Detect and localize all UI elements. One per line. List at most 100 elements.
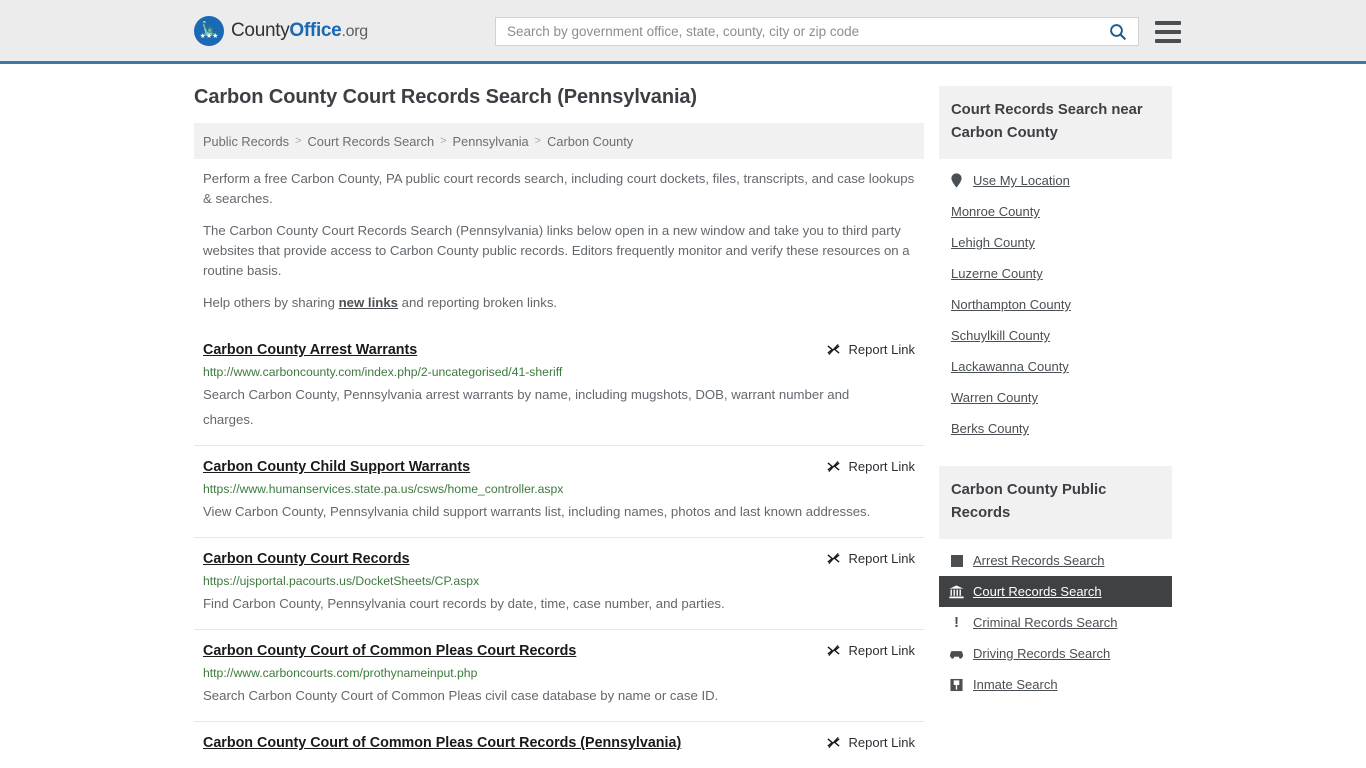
jail-icon xyxy=(949,677,964,692)
content-container: Carbon County Court Records Search (Penn… xyxy=(194,86,1172,765)
result-url: https://www.humanservices.state.pa.us/cs… xyxy=(203,482,564,496)
sidebar-item-luzerne-county[interactable]: Luzerne County xyxy=(939,258,1172,289)
sidebar-item-label: Lehigh County xyxy=(951,235,1035,250)
sidebar-item-label: Driving Records Search xyxy=(973,646,1111,661)
report-link-button[interactable]: Report Link xyxy=(826,341,915,357)
logo-part2: Office xyxy=(289,19,342,41)
result-item: Carbon County Court of Common Pleas Cour… xyxy=(194,721,924,765)
intro-p3-after: and reporting broken links. xyxy=(398,295,558,310)
site-logo[interactable]: 🗽 ★★★ CountyOffice.org xyxy=(194,15,368,46)
map-pin-icon xyxy=(949,173,964,188)
sidebar-item-warren-county[interactable]: Warren County xyxy=(939,382,1172,413)
result-description: View Carbon County, Pennsylvania child s… xyxy=(203,504,871,519)
sidebar-item-label: Northampton County xyxy=(951,297,1071,312)
search-icon xyxy=(1109,23,1127,41)
search-button[interactable] xyxy=(1098,18,1138,45)
result-item: Carbon County Court Records Report Link xyxy=(194,537,924,629)
result-header: Carbon County Court of Common Pleas Cour… xyxy=(203,734,915,752)
report-link-label: Report Link xyxy=(848,551,915,566)
intro-paragraph-2: The Carbon County Court Records Search (… xyxy=(203,223,910,278)
result-url: http://www.carboncounty.com/index.php/2-… xyxy=(203,365,563,379)
sidebar-item-berks-county[interactable]: Berks County xyxy=(939,413,1172,444)
nearby-panel-body: Use My Location Monroe County Lehigh Cou… xyxy=(939,159,1172,444)
sidebar-item-monroe-county[interactable]: Monroe County xyxy=(939,196,1172,227)
breadcrumb-item-court-records-search[interactable]: Court Records Search xyxy=(308,134,435,149)
result-header: Carbon County Court of Common Pleas Cour… xyxy=(203,642,915,660)
main-column: Carbon County Court Records Search (Penn… xyxy=(194,86,924,765)
page-title: Carbon County Court Records Search (Penn… xyxy=(194,86,697,108)
breadcrumb-separator: > xyxy=(534,135,542,147)
report-link-button[interactable]: Report Link xyxy=(826,642,915,658)
header-search-area xyxy=(495,17,1181,46)
result-title-link[interactable]: Carbon County Child Support Warrants xyxy=(203,458,470,476)
result-header: Carbon County Child Support Warrants Rep… xyxy=(203,458,915,476)
report-link-label: Report Link xyxy=(848,459,915,474)
hamburger-bar xyxy=(1155,29,1181,34)
result-title-link[interactable]: Carbon County Arrest Warrants xyxy=(203,341,417,359)
result-description: Find Carbon County, Pennsylvania court r… xyxy=(203,596,725,611)
report-link-button[interactable]: Report Link xyxy=(826,458,915,474)
sidebar-item-inmate-search[interactable]: Inmate Search xyxy=(939,669,1172,700)
report-link-button[interactable]: Report Link xyxy=(826,734,915,750)
report-link-label: Report Link xyxy=(848,643,915,658)
sidebar-item-court-records-search[interactable]: Court Records Search xyxy=(939,576,1172,607)
broken-link-icon xyxy=(826,643,841,658)
breadcrumb-separator: > xyxy=(295,135,302,147)
report-link-label: Report Link xyxy=(848,342,915,357)
logo-part1: County xyxy=(231,19,290,41)
sidebar-item-use-my-location[interactable]: Use My Location xyxy=(939,165,1172,196)
sidebar-item-lackawanna-county[interactable]: Lackawanna County xyxy=(939,351,1172,382)
public-records-panel-body: Arrest Records Search Court Records Sear… xyxy=(939,539,1172,700)
result-description: Search Carbon County, Pennsylvania arres… xyxy=(203,387,850,427)
intro-paragraph-1: Perform a free Carbon County, PA public … xyxy=(203,171,915,206)
intro-text: Perform a free Carbon County, PA public … xyxy=(194,169,924,313)
breadcrumb-item-public-records[interactable]: Public Records xyxy=(203,134,289,149)
sidebar-item-schuylkill-county[interactable]: Schuylkill County xyxy=(939,320,1172,351)
sidebar-item-label: Use My Location xyxy=(973,173,1070,188)
result-header: Carbon County Court Records Report Link xyxy=(203,550,915,568)
nearby-panel-heading: Court Records Search near Carbon County xyxy=(939,86,1172,159)
site-header: 🗽 ★★★ CountyOffice.org xyxy=(0,0,1366,64)
sidebar-item-criminal-records-search[interactable]: ! Criminal Records Search xyxy=(939,607,1172,638)
nearby-panel: Court Records Search near Carbon County … xyxy=(939,86,1172,444)
logo-text: CountyOffice.org xyxy=(231,20,368,42)
sidebar: Court Records Search near Carbon County … xyxy=(939,86,1172,722)
hamburger-bar xyxy=(1155,20,1181,25)
report-link-button[interactable]: Report Link xyxy=(826,550,915,566)
search-input[interactable] xyxy=(496,18,1098,45)
breadcrumb-separator: > xyxy=(440,135,447,147)
sidebar-item-label: Monroe County xyxy=(951,204,1040,219)
sidebar-item-label: Warren County xyxy=(951,390,1038,405)
breadcrumb-item-pennsylvania[interactable]: Pennsylvania xyxy=(453,134,529,149)
public-records-panel-heading: Carbon County Public Records xyxy=(939,466,1172,539)
public-records-panel: Carbon County Public Records Arrest Reco… xyxy=(939,466,1172,700)
result-title-link[interactable]: Carbon County Court of Common Pleas Cour… xyxy=(203,642,576,660)
result-item: Carbon County Child Support Warrants Rep… xyxy=(194,445,924,537)
sidebar-item-arrest-records-search[interactable]: Arrest Records Search xyxy=(939,545,1172,576)
sidebar-item-northampton-county[interactable]: Northampton County xyxy=(939,289,1172,320)
sidebar-item-driving-records-search[interactable]: Driving Records Search xyxy=(939,638,1172,669)
result-title-link[interactable]: Carbon County Court Records xyxy=(203,550,410,568)
page-body: Carbon County Court Records Search (Penn… xyxy=(0,64,1366,765)
result-description: Search Carbon County Court of Common Ple… xyxy=(203,688,719,703)
search-box xyxy=(495,17,1139,46)
car-icon xyxy=(949,646,964,661)
breadcrumb: Public Records > Court Records Search > … xyxy=(194,123,924,159)
broken-link-icon xyxy=(826,342,841,357)
hamburger-menu-icon[interactable] xyxy=(1155,20,1181,43)
intro-p3-before: Help others by sharing xyxy=(203,295,339,310)
sidebar-item-lehigh-county[interactable]: Lehigh County xyxy=(939,227,1172,258)
new-links-link[interactable]: new links xyxy=(339,295,398,310)
result-url: http://www.carboncourts.com/prothynamein… xyxy=(203,666,478,680)
result-url: https://ujsportal.pacourts.us/DocketShee… xyxy=(203,574,480,588)
fingerprint-card-icon xyxy=(949,553,964,568)
broken-link-icon xyxy=(826,459,841,474)
result-title-link[interactable]: Carbon County Court of Common Pleas Cour… xyxy=(203,734,681,752)
logo-tld: .org xyxy=(341,22,368,40)
courthouse-icon xyxy=(949,584,964,599)
sidebar-item-label: Criminal Records Search xyxy=(973,615,1118,630)
sidebar-item-label: Lackawanna County xyxy=(951,359,1069,374)
result-header: Carbon County Arrest Warrants Report Lin… xyxy=(203,341,915,359)
breadcrumb-item-carbon-county: Carbon County xyxy=(547,133,634,149)
results-list: Carbon County Arrest Warrants Report Lin… xyxy=(194,329,924,765)
